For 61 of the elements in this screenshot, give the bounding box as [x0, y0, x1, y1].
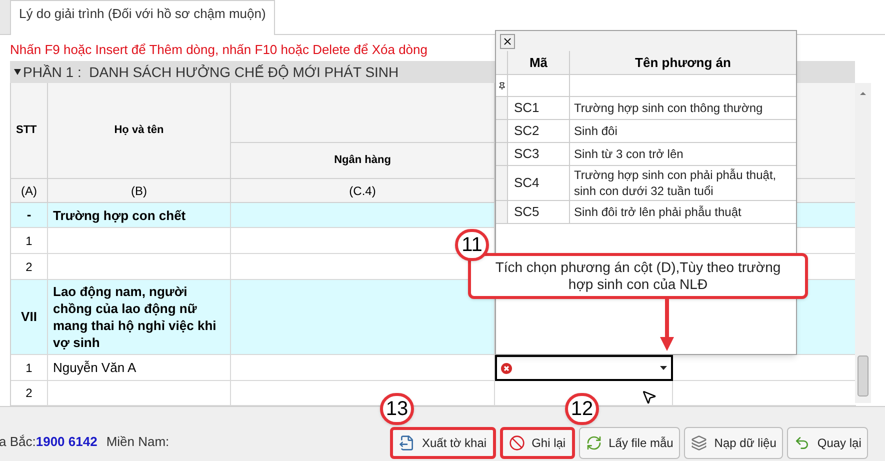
row-number: 2 — [11, 254, 48, 280]
tab[interactable]: Lý do giải trình (Đối với hồ sơ chậm muộn) — [10, 0, 275, 35]
filter-pin-icon — [498, 82, 506, 90]
option-name[interactable]: Sinh đôi trở lên phải phẫu thuật — [570, 201, 796, 224]
column-code: (A) — [11, 179, 48, 203]
name-cell[interactable] — [48, 254, 231, 280]
mouse-cursor-icon — [641, 388, 657, 406]
column-header: STT — [11, 83, 48, 179]
table-cell[interactable] — [231, 355, 495, 381]
column-code: (C.4) — [231, 179, 495, 203]
plan-select[interactable] — [495, 355, 673, 381]
filter-field[interactable] — [508, 75, 570, 97]
undo-arrow-icon — [794, 435, 810, 451]
row-indicator — [496, 120, 508, 143]
toolbar-button[interactable]: Nạp dữ liệu — [684, 427, 784, 459]
option-code[interactable]: SC5 — [508, 201, 570, 224]
column-header: Ngân hàng — [231, 143, 495, 179]
export-icon — [399, 435, 415, 451]
name-cell[interactable] — [48, 228, 231, 254]
toolbar-button[interactable]: Lấy file mẫu — [578, 427, 680, 459]
row-number: - — [11, 203, 48, 228]
refresh-icon — [586, 435, 602, 451]
row-number: VII — [11, 280, 48, 355]
toolbar-button[interactable]: Quay lại — [787, 427, 868, 459]
toolbar-button[interactable]: Xuất tờ khai — [390, 427, 496, 459]
option-name[interactable]: Trường hợp sinh con phải phẫu thuật, sinh con dưới 32 tuần tuổi — [570, 166, 796, 201]
option-name[interactable]: Sinh từ 3 con trở lên — [570, 143, 796, 166]
table-cell[interactable] — [231, 280, 495, 355]
option-code[interactable]: SC2 — [508, 120, 570, 143]
option-name[interactable]: Sinh đôi — [570, 120, 796, 143]
column-header: Tên phương án — [570, 51, 796, 75]
name-cell[interactable]: Nguyễn Văn A — [48, 355, 231, 381]
error-icon — [501, 362, 512, 374]
toolbar-button[interactable]: Ghi lại — [500, 427, 575, 459]
row-number: 2 — [11, 381, 48, 406]
option-name[interactable]: Trường hợp sinh con thông thường — [570, 97, 796, 120]
section-title: PHẦN 1 : DANH SÁCH HƯỞNG CHẾ ĐỘ MỚI PHÁT SINH — [23, 62, 399, 82]
name-cell[interactable]: Lao động nam, người chồng của lao động nữ mang thai hộ nghỉ việc khi vợ sinh — [48, 280, 231, 355]
name-cell[interactable]: Trường hợp con chết — [48, 203, 231, 228]
close-icon — [502, 36, 513, 46]
option-code[interactable]: SC1 — [508, 97, 570, 120]
tab-strip — [0, 0, 10, 34]
column-header: Họ và tên — [48, 83, 231, 179]
row-number: 1 — [11, 355, 48, 381]
column-header: Mã — [508, 51, 570, 75]
table-cell[interactable] — [231, 228, 495, 254]
option-code[interactable]: SC3 — [508, 143, 570, 166]
column-code: (B) — [48, 179, 231, 203]
ring-icon — [508, 435, 525, 451]
instruction-text: Nhấn F9 hoặc Insert để Thêm dòng, nhấn F10 hoặc Delete để Xóa dòng — [10, 41, 428, 59]
row-number: 1 — [11, 228, 48, 254]
close-button[interactable] — [500, 34, 515, 48]
stack-icon — [691, 435, 708, 451]
name-cell[interactable] — [48, 381, 231, 406]
scrollbar[interactable] — [855, 83, 871, 403]
option-code[interactable]: SC4 — [508, 166, 570, 201]
pointer-arrow — [660, 299, 674, 351]
dropdown-arrow-icon — [660, 366, 667, 370]
hotline-label: Miền Nam: — [106, 432, 170, 450]
hint-tooltip: Tích chọn phương án cột (D),Tùy theo trường hợp sinh con của NLĐ — [468, 253, 808, 299]
table-cell[interactable] — [231, 203, 495, 228]
